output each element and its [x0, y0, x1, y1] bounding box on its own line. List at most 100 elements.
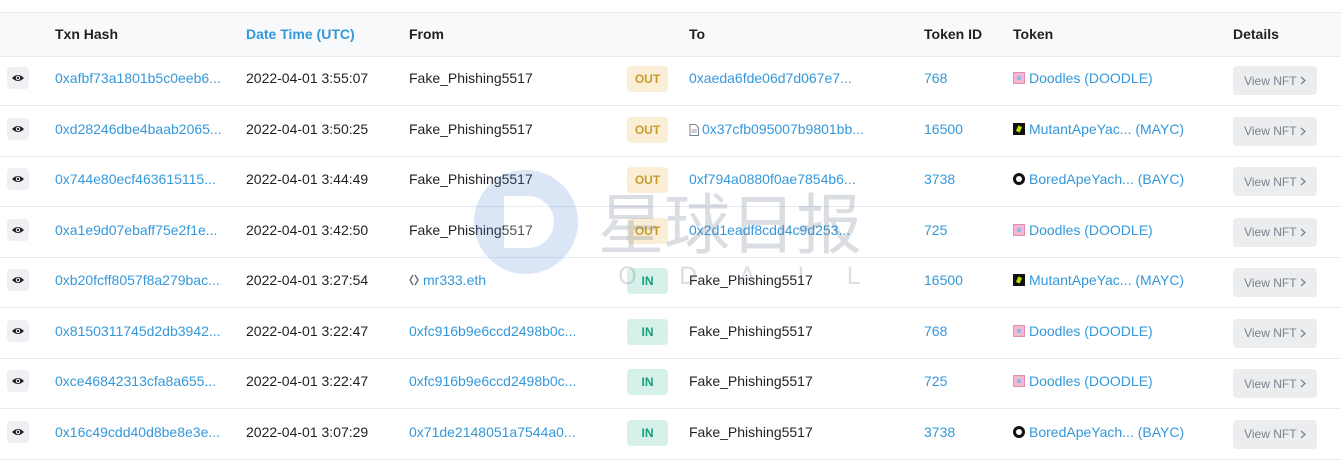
from-address-text[interactable]: mr333.eth	[423, 272, 486, 288]
txn-hash-link[interactable]: 0xd28246dbe4baab2065...	[55, 120, 222, 138]
header-token-id: Token ID	[924, 26, 983, 42]
eye-icon[interactable]	[7, 168, 29, 190]
to-address: Fake_Phishing5517	[689, 372, 813, 390]
token-id-link[interactable]: 16500	[924, 271, 963, 289]
from-address-text[interactable]: 0x71de2148051a7544a0...	[409, 424, 576, 440]
eye-icon[interactable]	[7, 67, 29, 89]
header-date-time[interactable]: Date Time (UTC)	[246, 26, 355, 42]
token-id-link[interactable]: 768	[924, 322, 947, 340]
to-address[interactable]: 0xf794a0880f0ae7854b6...	[689, 170, 856, 188]
view-nft-button[interactable]: View NFT	[1233, 419, 1317, 449]
direction-badge: OUT	[627, 66, 668, 92]
view-nft-label: View NFT	[1244, 124, 1297, 138]
view-nft-button[interactable]: View NFT	[1233, 116, 1317, 146]
txn-hash-link[interactable]: 0xb20fcff8057f8a279bac...	[55, 271, 220, 289]
token-name[interactable]: MutantApeYac... (MAYC)	[1029, 272, 1184, 288]
token-name[interactable]: Doodles (DOODLE)	[1029, 323, 1153, 339]
token-id-link[interactable]: 725	[924, 372, 947, 390]
token-name[interactable]: MutantApeYac... (MAYC)	[1029, 121, 1184, 137]
to-address-text[interactable]: 0xaeda6fde06d7d067e7...	[689, 70, 852, 86]
token-link[interactable]: Doodles (DOODLE)	[1013, 372, 1153, 390]
eye-icon[interactable]	[7, 117, 29, 140]
token-link[interactable]: MutantApeYac... (MAYC)	[1013, 271, 1184, 289]
to-address-text: Fake_Phishing5517	[689, 322, 813, 339]
chevron-right-icon	[1300, 76, 1306, 85]
to-address-text[interactable]: 0xf794a0880f0ae7854b6...	[689, 171, 856, 187]
token-link[interactable]: BoredApeYach... (BAYC)	[1013, 423, 1184, 441]
view-nft-button[interactable]: View NFT	[1233, 217, 1317, 247]
token-link[interactable]: Doodles (DOODLE)	[1013, 69, 1153, 87]
table-row: 0xd28246dbe4baab2065... 2022-04-01 3:50:2…	[0, 106, 1341, 157]
token-id-link[interactable]: 3738	[924, 423, 955, 441]
direction-badge: OUT	[627, 217, 668, 244]
view-nft-button[interactable]: View NFT	[1233, 318, 1317, 348]
date-time-cell: 2022-04-01 3:22:47	[246, 373, 369, 389]
view-nft-label: View NFT	[1244, 73, 1297, 88]
token-name[interactable]: BoredApeYach... (BAYC)	[1029, 171, 1184, 187]
token-id-link[interactable]: 16500	[924, 120, 963, 138]
chevron-right-icon	[1300, 127, 1306, 135]
token-id-link[interactable]: 725	[924, 221, 947, 239]
from-address[interactable]: mr333.eth	[409, 271, 486, 290]
table-header: Txn Hash Date Time (UTC) From To Token I…	[0, 13, 1341, 57]
chevron-right-icon	[1300, 379, 1306, 388]
txn-hash-link[interactable]: 0x744e80ecf463615115...	[55, 170, 216, 188]
to-address: Fake_Phishing5517	[689, 322, 813, 340]
doodles-icon	[1013, 324, 1025, 337]
from-address[interactable]: 0xfc916b9e6ccd2498b0c...	[409, 322, 576, 340]
token-id-link[interactable]: 3738	[924, 170, 955, 188]
from-address[interactable]: 0xfc916b9e6ccd2498b0c...	[409, 372, 576, 390]
to-address[interactable]: 0x37cfb095007b9801bb...	[689, 120, 864, 140]
txn-hash-link[interactable]: 0x8150311745d2db3942...	[55, 322, 221, 340]
table-row: 0xb20fcff8057f8a279bac... 2022-04-01 3:27…	[0, 257, 1341, 308]
table-row: 0xce46842313cfa8a655... 2022-04-01 3:22:4…	[0, 358, 1341, 409]
token-link[interactable]: BoredApeYach... (BAYC)	[1013, 170, 1184, 188]
eye-icon[interactable]	[7, 218, 29, 241]
direction-badge: OUT	[627, 116, 668, 143]
txn-hash-link[interactable]: 0xce46842313cfa8a655...	[55, 372, 216, 390]
chevron-right-icon	[1300, 278, 1306, 287]
token-link[interactable]: Doodles (DOODLE)	[1013, 322, 1153, 340]
from-address-text: Fake_Phishing5517	[409, 221, 533, 238]
eye-icon[interactable]	[7, 420, 29, 443]
token-link[interactable]: Doodles (DOODLE)	[1013, 221, 1153, 239]
eye-icon[interactable]	[7, 370, 29, 392]
table-row: 0x16c49cdd40d8be8e3e... 2022-04-01 3:07:2…	[0, 409, 1341, 460]
to-address-text[interactable]: 0x2d1eadf8cdd4c9d253...	[689, 222, 850, 238]
from-address-text[interactable]: 0xfc916b9e6ccd2498b0c...	[409, 323, 576, 339]
to-address-text: Fake_Phishing5517	[689, 423, 813, 440]
from-address: Fake_Phishing5517	[409, 170, 533, 188]
token-id-link[interactable]: 768	[924, 69, 947, 87]
date-time-cell: 2022-04-01 3:50:25	[246, 120, 369, 137]
mayc-icon	[1013, 274, 1025, 286]
view-nft-button[interactable]: View NFT	[1233, 66, 1317, 95]
eye-icon[interactable]	[7, 269, 29, 291]
header-from: From	[409, 26, 444, 42]
chevron-right-icon	[1300, 430, 1306, 438]
view-nft-button[interactable]: View NFT	[1233, 369, 1317, 398]
from-address[interactable]: 0x71de2148051a7544a0...	[409, 423, 576, 441]
txn-hash-link[interactable]: 0x16c49cdd40d8be8e3e...	[55, 423, 220, 441]
token-link[interactable]: MutantApeYac... (MAYC)	[1013, 120, 1184, 138]
chevron-right-icon	[1300, 329, 1306, 337]
token-name[interactable]: BoredApeYach... (BAYC)	[1029, 424, 1184, 440]
token-name[interactable]: Doodles (DOODLE)	[1029, 373, 1153, 389]
header-txn-hash: Txn Hash	[55, 26, 119, 42]
from-address: Fake_Phishing5517	[409, 120, 533, 138]
txn-hash-link[interactable]: 0xafbf73a1801b5c0eeb6...	[55, 69, 221, 87]
token-name[interactable]: Doodles (DOODLE)	[1029, 70, 1153, 86]
view-nft-button[interactable]: View NFT	[1233, 268, 1317, 297]
token-name[interactable]: Doodles (DOODLE)	[1029, 222, 1153, 238]
direction-badge: IN	[627, 419, 668, 446]
view-nft-label: View NFT	[1244, 326, 1297, 340]
from-address-text[interactable]: 0xfc916b9e6ccd2498b0c...	[409, 373, 576, 389]
to-address-text[interactable]: 0x37cfb095007b9801bb...	[702, 121, 864, 137]
txn-hash-link[interactable]: 0xa1e9d07ebaff75e2f1e...	[55, 221, 217, 239]
view-nft-button[interactable]: View NFT	[1233, 167, 1317, 196]
bayc-icon	[1013, 173, 1025, 185]
to-address[interactable]: 0xaeda6fde06d7d067e7...	[689, 69, 852, 87]
mayc-icon	[1013, 122, 1025, 135]
eye-icon[interactable]	[7, 319, 29, 342]
to-address[interactable]: 0x2d1eadf8cdd4c9d253...	[689, 221, 850, 239]
header-details: Details	[1233, 26, 1279, 42]
